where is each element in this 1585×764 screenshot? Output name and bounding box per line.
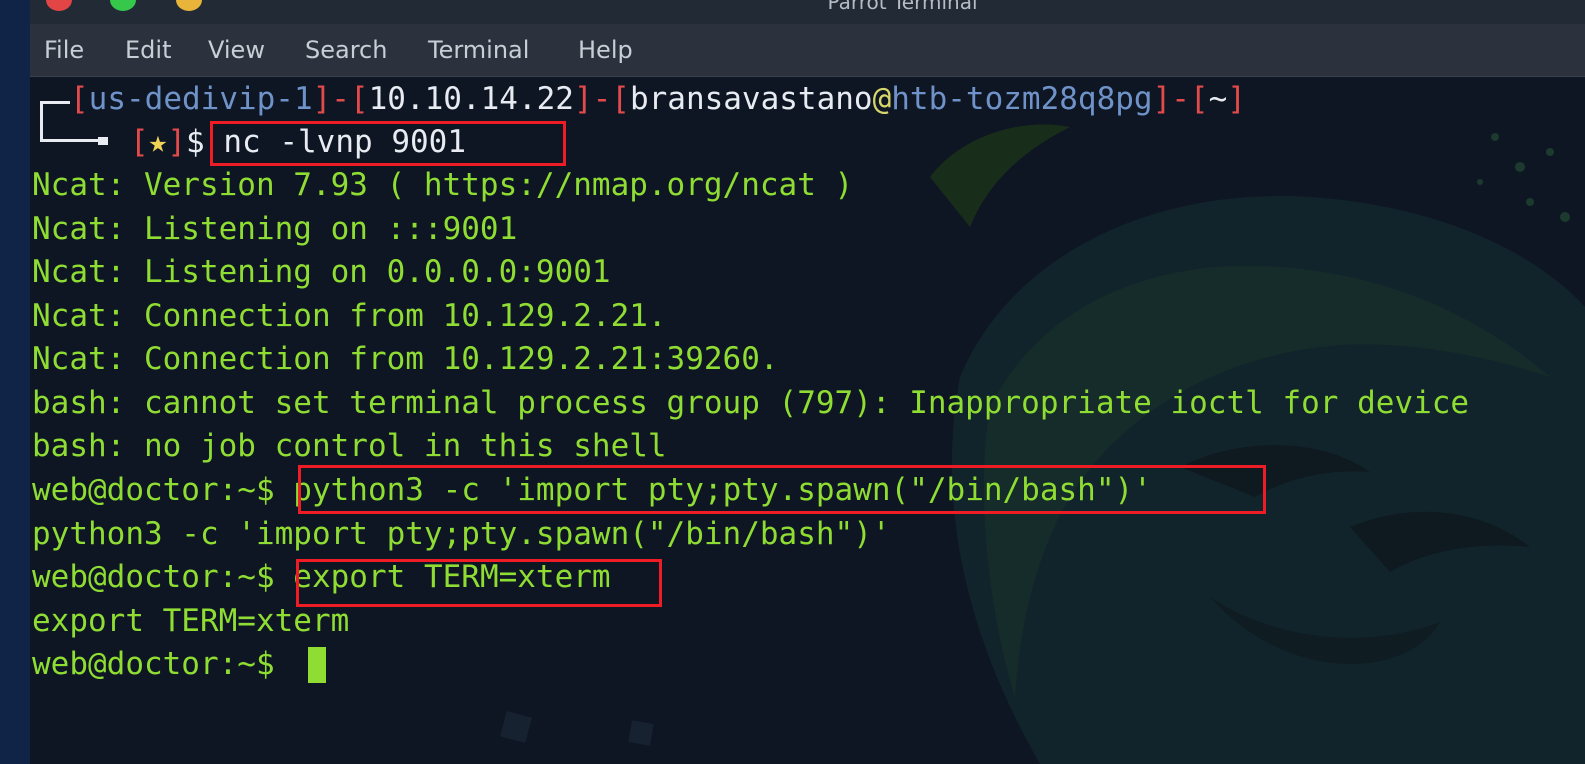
menu-terminal[interactable]: Terminal <box>428 33 529 67</box>
title-bar: Parrot Terminal <box>30 0 1585 24</box>
output-line: Ncat: Listening on :::9001 <box>32 211 518 247</box>
prompt-corner-top <box>40 101 70 104</box>
prompt-machine: htb-tozm28q8pg <box>891 81 1153 117</box>
highlight-export-command <box>296 559 662 607</box>
prompt-dollar: $ <box>186 124 205 160</box>
output-line: bash: cannot set terminal process group … <box>32 385 1470 421</box>
window-title: Parrot Terminal <box>827 0 978 14</box>
shell-prompt: web@doctor:~$ <box>32 646 275 682</box>
desktop-edge <box>0 0 30 764</box>
prompt-corner-bottom <box>40 139 106 142</box>
output-line: Ncat: Connection from 10.129.2.21:39260. <box>32 341 779 377</box>
menu-edit[interactable]: Edit <box>125 33 171 67</box>
text-cursor <box>308 647 326 683</box>
shell-echo-1: python3 -c 'import pty;pty.spawn("/bin/b… <box>32 516 891 552</box>
prompt-star: ★ <box>148 124 168 160</box>
prompt-host: us-dedivip-1 <box>88 81 313 117</box>
output-line: Ncat: Version 7.93 ( https://nmap.org/nc… <box>32 167 854 203</box>
prompt-user: bransavastano <box>629 81 873 117</box>
prompt-at: @ <box>872 81 892 117</box>
menu-file[interactable]: File <box>44 33 84 67</box>
menu-help[interactable]: Help <box>578 33 633 67</box>
terminal-area[interactable]: [us-dedivip-1]-[10.10.14.22]-[bransavast… <box>30 77 1585 764</box>
highlight-python-command <box>298 465 1266 514</box>
output-line: bash: no job control in this shell <box>32 428 667 464</box>
output-line: Ncat: Connection from 10.129.2.21. <box>32 298 667 334</box>
shell-line-3: web@doctor:~$ <box>32 643 275 686</box>
shell-echo-2: export TERM=xterm <box>32 603 350 639</box>
menu-view[interactable]: View <box>208 33 265 67</box>
prompt-corner <box>40 101 43 141</box>
prompt-path: ~ <box>1208 81 1228 117</box>
menu-bar: File Edit View Search Terminal Help <box>30 24 1585 77</box>
prompt-corner-dot <box>98 137 108 145</box>
highlight-nc-command <box>210 121 566 166</box>
output-line: Ncat: Listening on 0.0.0.0:9001 <box>32 254 611 290</box>
prompt-ip: 10.10.14.22 <box>368 81 574 117</box>
menu-search[interactable]: Search <box>305 33 387 67</box>
shell-prompt: web@doctor:~$ <box>32 559 275 595</box>
prompt-line-1: [us-dedivip-1]-[10.10.14.22]-[bransavast… <box>70 81 1246 117</box>
shell-prompt: web@doctor:~$ <box>32 472 275 508</box>
terminal-window: Parrot Terminal File Edit View Search Te… <box>30 0 1585 764</box>
